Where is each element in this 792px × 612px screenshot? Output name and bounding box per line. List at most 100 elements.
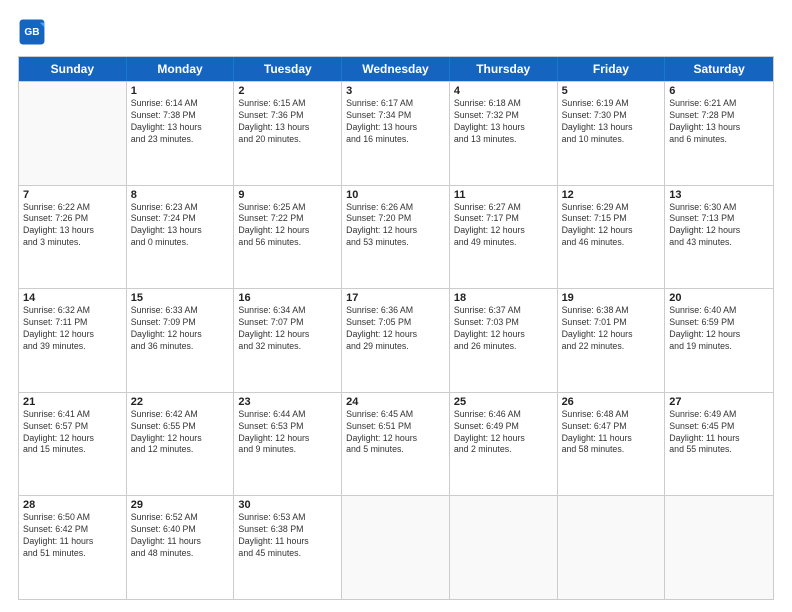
cal-cell-29: 29Sunrise: 6:52 AM Sunset: 6:40 PM Dayli… bbox=[127, 496, 235, 599]
day-number: 22 bbox=[131, 396, 230, 408]
cell-info: Sunrise: 6:49 AM Sunset: 6:45 PM Dayligh… bbox=[669, 409, 769, 457]
day-number: 9 bbox=[238, 189, 337, 201]
cal-cell-2: 2Sunrise: 6:15 AM Sunset: 7:36 PM Daylig… bbox=[234, 82, 342, 185]
cell-info: Sunrise: 6:29 AM Sunset: 7:15 PM Dayligh… bbox=[562, 202, 661, 250]
day-number: 25 bbox=[454, 396, 553, 408]
cal-cell-18: 18Sunrise: 6:37 AM Sunset: 7:03 PM Dayli… bbox=[450, 289, 558, 392]
cal-cell-empty-6 bbox=[665, 496, 773, 599]
day-number: 6 bbox=[669, 85, 769, 97]
cell-info: Sunrise: 6:34 AM Sunset: 7:07 PM Dayligh… bbox=[238, 305, 337, 353]
cal-cell-20: 20Sunrise: 6:40 AM Sunset: 6:59 PM Dayli… bbox=[665, 289, 773, 392]
cal-cell-28: 28Sunrise: 6:50 AM Sunset: 6:42 PM Dayli… bbox=[19, 496, 127, 599]
day-number: 17 bbox=[346, 292, 445, 304]
day-number: 15 bbox=[131, 292, 230, 304]
cal-cell-23: 23Sunrise: 6:44 AM Sunset: 6:53 PM Dayli… bbox=[234, 393, 342, 496]
day-number: 12 bbox=[562, 189, 661, 201]
day-number: 14 bbox=[23, 292, 122, 304]
cal-cell-1: 1Sunrise: 6:14 AM Sunset: 7:38 PM Daylig… bbox=[127, 82, 235, 185]
day-number: 19 bbox=[562, 292, 661, 304]
cell-info: Sunrise: 6:21 AM Sunset: 7:28 PM Dayligh… bbox=[669, 98, 769, 146]
cell-info: Sunrise: 6:30 AM Sunset: 7:13 PM Dayligh… bbox=[669, 202, 769, 250]
cell-info: Sunrise: 6:27 AM Sunset: 7:17 PM Dayligh… bbox=[454, 202, 553, 250]
cal-cell-9: 9Sunrise: 6:25 AM Sunset: 7:22 PM Daylig… bbox=[234, 186, 342, 289]
cal-row-1: 7Sunrise: 6:22 AM Sunset: 7:26 PM Daylig… bbox=[19, 185, 773, 289]
header-day-sunday: Sunday bbox=[19, 57, 127, 81]
cell-info: Sunrise: 6:37 AM Sunset: 7:03 PM Dayligh… bbox=[454, 305, 553, 353]
cell-info: Sunrise: 6:36 AM Sunset: 7:05 PM Dayligh… bbox=[346, 305, 445, 353]
cal-cell-17: 17Sunrise: 6:36 AM Sunset: 7:05 PM Dayli… bbox=[342, 289, 450, 392]
cal-cell-15: 15Sunrise: 6:33 AM Sunset: 7:09 PM Dayli… bbox=[127, 289, 235, 392]
day-number: 21 bbox=[23, 396, 122, 408]
cal-cell-30: 30Sunrise: 6:53 AM Sunset: 6:38 PM Dayli… bbox=[234, 496, 342, 599]
cal-cell-6: 6Sunrise: 6:21 AM Sunset: 7:28 PM Daylig… bbox=[665, 82, 773, 185]
cell-info: Sunrise: 6:41 AM Sunset: 6:57 PM Dayligh… bbox=[23, 409, 122, 457]
day-number: 30 bbox=[238, 499, 337, 511]
cal-cell-26: 26Sunrise: 6:48 AM Sunset: 6:47 PM Dayli… bbox=[558, 393, 666, 496]
cal-row-4: 28Sunrise: 6:50 AM Sunset: 6:42 PM Dayli… bbox=[19, 495, 773, 599]
cal-row-0: 1Sunrise: 6:14 AM Sunset: 7:38 PM Daylig… bbox=[19, 81, 773, 185]
day-number: 4 bbox=[454, 85, 553, 97]
cal-cell-5: 5Sunrise: 6:19 AM Sunset: 7:30 PM Daylig… bbox=[558, 82, 666, 185]
cell-info: Sunrise: 6:17 AM Sunset: 7:34 PM Dayligh… bbox=[346, 98, 445, 146]
cal-cell-empty-5 bbox=[558, 496, 666, 599]
cell-info: Sunrise: 6:19 AM Sunset: 7:30 PM Dayligh… bbox=[562, 98, 661, 146]
cal-row-3: 21Sunrise: 6:41 AM Sunset: 6:57 PM Dayli… bbox=[19, 392, 773, 496]
cal-cell-27: 27Sunrise: 6:49 AM Sunset: 6:45 PM Dayli… bbox=[665, 393, 773, 496]
day-number: 24 bbox=[346, 396, 445, 408]
cal-cell-24: 24Sunrise: 6:45 AM Sunset: 6:51 PM Dayli… bbox=[342, 393, 450, 496]
logo-icon: GB bbox=[18, 18, 46, 46]
cal-cell-14: 14Sunrise: 6:32 AM Sunset: 7:11 PM Dayli… bbox=[19, 289, 127, 392]
day-number: 26 bbox=[562, 396, 661, 408]
calendar: SundayMondayTuesdayWednesdayThursdayFrid… bbox=[18, 56, 774, 600]
header-day-wednesday: Wednesday bbox=[342, 57, 450, 81]
cal-cell-empty-0 bbox=[19, 82, 127, 185]
cal-cell-25: 25Sunrise: 6:46 AM Sunset: 6:49 PM Dayli… bbox=[450, 393, 558, 496]
day-number: 13 bbox=[669, 189, 769, 201]
cell-info: Sunrise: 6:44 AM Sunset: 6:53 PM Dayligh… bbox=[238, 409, 337, 457]
cell-info: Sunrise: 6:33 AM Sunset: 7:09 PM Dayligh… bbox=[131, 305, 230, 353]
logo: GB bbox=[18, 18, 48, 46]
day-number: 5 bbox=[562, 85, 661, 97]
day-number: 20 bbox=[669, 292, 769, 304]
cal-row-2: 14Sunrise: 6:32 AM Sunset: 7:11 PM Dayli… bbox=[19, 288, 773, 392]
cal-cell-22: 22Sunrise: 6:42 AM Sunset: 6:55 PM Dayli… bbox=[127, 393, 235, 496]
cell-info: Sunrise: 6:25 AM Sunset: 7:22 PM Dayligh… bbox=[238, 202, 337, 250]
cell-info: Sunrise: 6:26 AM Sunset: 7:20 PM Dayligh… bbox=[346, 202, 445, 250]
cal-cell-13: 13Sunrise: 6:30 AM Sunset: 7:13 PM Dayli… bbox=[665, 186, 773, 289]
cell-info: Sunrise: 6:53 AM Sunset: 6:38 PM Dayligh… bbox=[238, 512, 337, 560]
header-day-tuesday: Tuesday bbox=[234, 57, 342, 81]
cell-info: Sunrise: 6:42 AM Sunset: 6:55 PM Dayligh… bbox=[131, 409, 230, 457]
cal-cell-12: 12Sunrise: 6:29 AM Sunset: 7:15 PM Dayli… bbox=[558, 186, 666, 289]
cell-info: Sunrise: 6:50 AM Sunset: 6:42 PM Dayligh… bbox=[23, 512, 122, 560]
cell-info: Sunrise: 6:18 AM Sunset: 7:32 PM Dayligh… bbox=[454, 98, 553, 146]
day-number: 11 bbox=[454, 189, 553, 201]
cal-cell-3: 3Sunrise: 6:17 AM Sunset: 7:34 PM Daylig… bbox=[342, 82, 450, 185]
cell-info: Sunrise: 6:14 AM Sunset: 7:38 PM Dayligh… bbox=[131, 98, 230, 146]
cal-cell-11: 11Sunrise: 6:27 AM Sunset: 7:17 PM Dayli… bbox=[450, 186, 558, 289]
day-number: 18 bbox=[454, 292, 553, 304]
header-day-saturday: Saturday bbox=[665, 57, 773, 81]
day-number: 8 bbox=[131, 189, 230, 201]
day-number: 16 bbox=[238, 292, 337, 304]
cell-info: Sunrise: 6:48 AM Sunset: 6:47 PM Dayligh… bbox=[562, 409, 661, 457]
cell-info: Sunrise: 6:46 AM Sunset: 6:49 PM Dayligh… bbox=[454, 409, 553, 457]
header-day-monday: Monday bbox=[127, 57, 235, 81]
svg-text:GB: GB bbox=[24, 27, 39, 38]
cell-info: Sunrise: 6:52 AM Sunset: 6:40 PM Dayligh… bbox=[131, 512, 230, 560]
day-number: 10 bbox=[346, 189, 445, 201]
day-number: 2 bbox=[238, 85, 337, 97]
cell-info: Sunrise: 6:23 AM Sunset: 7:24 PM Dayligh… bbox=[131, 202, 230, 250]
cal-cell-21: 21Sunrise: 6:41 AM Sunset: 6:57 PM Dayli… bbox=[19, 393, 127, 496]
header: GB bbox=[18, 18, 774, 46]
page: GB SundayMondayTuesdayWednesdayThursdayF… bbox=[0, 0, 792, 612]
day-number: 7 bbox=[23, 189, 122, 201]
day-number: 23 bbox=[238, 396, 337, 408]
day-number: 3 bbox=[346, 85, 445, 97]
cell-info: Sunrise: 6:45 AM Sunset: 6:51 PM Dayligh… bbox=[346, 409, 445, 457]
day-number: 28 bbox=[23, 499, 122, 511]
cal-cell-empty-3 bbox=[342, 496, 450, 599]
cal-cell-16: 16Sunrise: 6:34 AM Sunset: 7:07 PM Dayli… bbox=[234, 289, 342, 392]
cell-info: Sunrise: 6:38 AM Sunset: 7:01 PM Dayligh… bbox=[562, 305, 661, 353]
day-number: 27 bbox=[669, 396, 769, 408]
cal-cell-19: 19Sunrise: 6:38 AM Sunset: 7:01 PM Dayli… bbox=[558, 289, 666, 392]
